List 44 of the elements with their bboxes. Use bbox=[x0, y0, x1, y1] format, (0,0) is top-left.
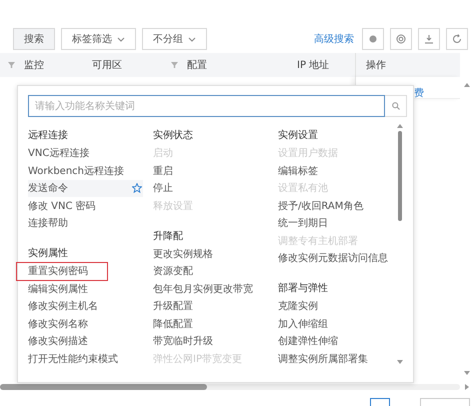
column-header: 操作 bbox=[366, 59, 386, 72]
menu-item[interactable]: 修改实例描述 bbox=[28, 332, 143, 350]
filter-dropdown[interactable]: 不分组 bbox=[142, 28, 207, 50]
menu-item[interactable]: 重置实例密码 bbox=[17, 262, 107, 280]
menu-item[interactable]: 连接帮助 bbox=[28, 214, 143, 232]
menu-item[interactable]: 统一到期日 bbox=[278, 214, 393, 232]
column-header: 监控 bbox=[24, 59, 44, 72]
menu-item[interactable]: 升级配置 bbox=[153, 298, 268, 315]
menu-item[interactable]: 发送命令 bbox=[28, 180, 143, 197]
group-heading: 实例属性 bbox=[28, 246, 69, 261]
advanced-search-link[interactable]: 高级搜索 bbox=[314, 32, 354, 46]
menu-item[interactable]: 修改实例名称 bbox=[28, 315, 143, 332]
menu-item[interactable]: 创建弹性伸缩 bbox=[278, 332, 393, 350]
menu-item[interactable]: 克隆实例 bbox=[278, 298, 393, 315]
group-heading: 升降配 bbox=[153, 230, 184, 244]
menu-item[interactable]: 包年包月实例更改带宽 bbox=[153, 280, 268, 298]
menu-item[interactable]: 授予/收回RAM角色 bbox=[278, 197, 393, 214]
menu-item[interactable]: 调整实例所属部署集 bbox=[278, 350, 393, 368]
menu-item[interactable]: 修改 VNC 密码 bbox=[28, 197, 143, 214]
menu-item[interactable]: 降低配置 bbox=[153, 315, 268, 332]
menu-item[interactable]: Workbench远程连接 bbox=[28, 162, 143, 180]
row-link[interactable]: 费 bbox=[414, 88, 424, 99]
menu-item[interactable]: 重启 bbox=[153, 162, 268, 180]
menu-item[interactable]: 编辑实例属性 bbox=[28, 280, 143, 298]
menu-item[interactable]: 加入伸缩组 bbox=[278, 315, 393, 332]
group-heading: 远程连接 bbox=[28, 128, 69, 143]
menu-item[interactable]: 资源变配 bbox=[153, 262, 268, 280]
search-field[interactable]: 请输入功能名称关键词 bbox=[28, 95, 385, 117]
menu-item[interactable]: 带宽临时升级 bbox=[153, 332, 268, 350]
group-heading: 部署与弹性 bbox=[278, 282, 329, 296]
filter-dropdown[interactable]: 标签筛选 bbox=[61, 28, 136, 50]
group-heading: 实例状态 bbox=[153, 128, 194, 143]
search-button[interactable]: 搜索 bbox=[13, 28, 55, 50]
menu-item[interactable]: 修改实例主机名 bbox=[28, 298, 143, 315]
group-heading: 实例设置 bbox=[278, 128, 319, 143]
menu-item[interactable]: VNC远程连接 bbox=[28, 144, 143, 162]
menu-item[interactable]: 停止 bbox=[153, 180, 268, 197]
menu-item[interactable]: 更改实例规格 bbox=[153, 245, 268, 262]
column-header: IP 地址 bbox=[297, 58, 330, 72]
menu-item[interactable]: 修改实例元数据访问信息 bbox=[278, 250, 393, 267]
menu-item[interactable]: 编辑标签 bbox=[278, 162, 393, 180]
column-header: 可用区 bbox=[92, 59, 122, 72]
menu-item[interactable]: 打开无性能约束模式 bbox=[28, 350, 143, 368]
column-header: 配置 bbox=[187, 58, 207, 72]
